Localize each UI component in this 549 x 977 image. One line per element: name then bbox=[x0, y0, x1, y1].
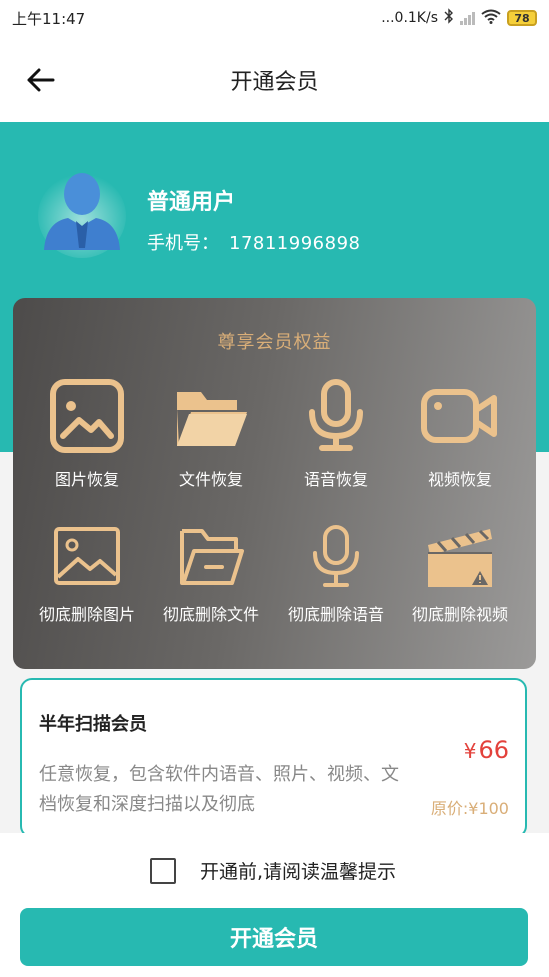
currency-symbol: ¥ bbox=[463, 739, 477, 763]
phone-label: 手机号： bbox=[147, 233, 219, 254]
status-bar: 上午11:47 ...0.1K/s 78 bbox=[0, 0, 549, 36]
price-value: 66 bbox=[478, 736, 509, 764]
clapperboard-icon bbox=[428, 529, 492, 587]
wifi-icon bbox=[481, 9, 501, 28]
benefit-label: 彻底删除图片 bbox=[38, 605, 135, 624]
folder-icon bbox=[177, 392, 247, 446]
activate-membership-button[interactable]: 开通会员 bbox=[20, 908, 528, 966]
bottom-panel: 开通前,请阅读温馨提示 开通会员 bbox=[0, 833, 549, 977]
folder-outline-icon bbox=[180, 529, 244, 585]
benefit-delete-video[interactable]: 彻底删除视频 bbox=[395, 523, 525, 625]
benefit-label: 语音恢复 bbox=[303, 470, 368, 489]
benefit-label: 彻底删除语音 bbox=[287, 605, 384, 624]
user-avatar-icon bbox=[38, 166, 126, 258]
network-speed: ...0.1K/s bbox=[381, 10, 438, 26]
agreement-checkbox[interactable] bbox=[150, 857, 176, 884]
page-title: 开通会员 bbox=[230, 70, 319, 95]
plan-description: 任意恢复，包含软件内语音、照片、视频、文档恢复和深度扫描以及彻底 bbox=[39, 764, 399, 815]
benefit-label: 彻底删除视频 bbox=[411, 605, 508, 624]
benefit-label: 视频恢复 bbox=[427, 470, 492, 489]
benefit-delete-voice[interactable]: 彻底删除语音 bbox=[271, 523, 401, 625]
benefit-label: 图片恢复 bbox=[54, 470, 119, 489]
video-camera-icon bbox=[421, 389, 497, 443]
plan-option-half-year[interactable]: 半年扫描会员 任意恢复，包含软件内语音、照片、视频、文档恢复和深度扫描以及彻底 … bbox=[20, 678, 527, 838]
agreement-text[interactable]: 开通前,请阅读温馨提示 bbox=[200, 857, 396, 884]
benefit-label: 文件恢复 bbox=[178, 470, 243, 489]
cell-signal-icon bbox=[460, 11, 475, 25]
battery-icon: 78 bbox=[507, 10, 537, 26]
plan-price: ¥66 bbox=[464, 736, 509, 764]
benefit-delete-file[interactable]: 彻底删除文件 bbox=[146, 523, 276, 625]
picture-icon bbox=[50, 379, 124, 453]
benefit-video-recovery[interactable]: 视频恢复 bbox=[395, 378, 525, 490]
benefit-delete-picture[interactable]: 彻底删除图片 bbox=[22, 523, 152, 625]
benefit-voice-recovery[interactable]: 语音恢复 bbox=[271, 378, 401, 490]
picture-outline-icon bbox=[54, 527, 120, 585]
user-phone-row: 手机号： 17811996898 bbox=[147, 229, 360, 255]
benefit-label: 彻底删除文件 bbox=[162, 605, 259, 624]
member-benefits-card: 尊享会员权益 图片恢复 文件恢复 语音恢复 视频恢复 彻底删除图片 彻底删除文件… bbox=[13, 298, 536, 669]
status-time: 上午11:47 bbox=[12, 9, 86, 28]
benefit-file-recovery[interactable]: 文件恢复 bbox=[146, 378, 276, 490]
benefits-title: 尊享会员权益 bbox=[217, 332, 332, 353]
nav-bar: 开通会员 bbox=[0, 36, 549, 122]
microphone-outline-icon bbox=[313, 525, 359, 587]
plan-name: 半年扫描会员 bbox=[39, 714, 147, 735]
status-indicators: ...0.1K/s 78 bbox=[381, 8, 537, 28]
benefit-picture-recovery[interactable]: 图片恢复 bbox=[22, 378, 152, 490]
agreement-row: 开通前,请阅读温馨提示 bbox=[150, 857, 396, 884]
user-name: 普通用户 bbox=[147, 190, 236, 215]
microphone-icon bbox=[309, 379, 363, 451]
bluetooth-icon bbox=[444, 8, 454, 28]
plan-original-price: 原价:¥100 bbox=[430, 799, 509, 818]
phone-number: 17811996898 bbox=[229, 233, 361, 254]
